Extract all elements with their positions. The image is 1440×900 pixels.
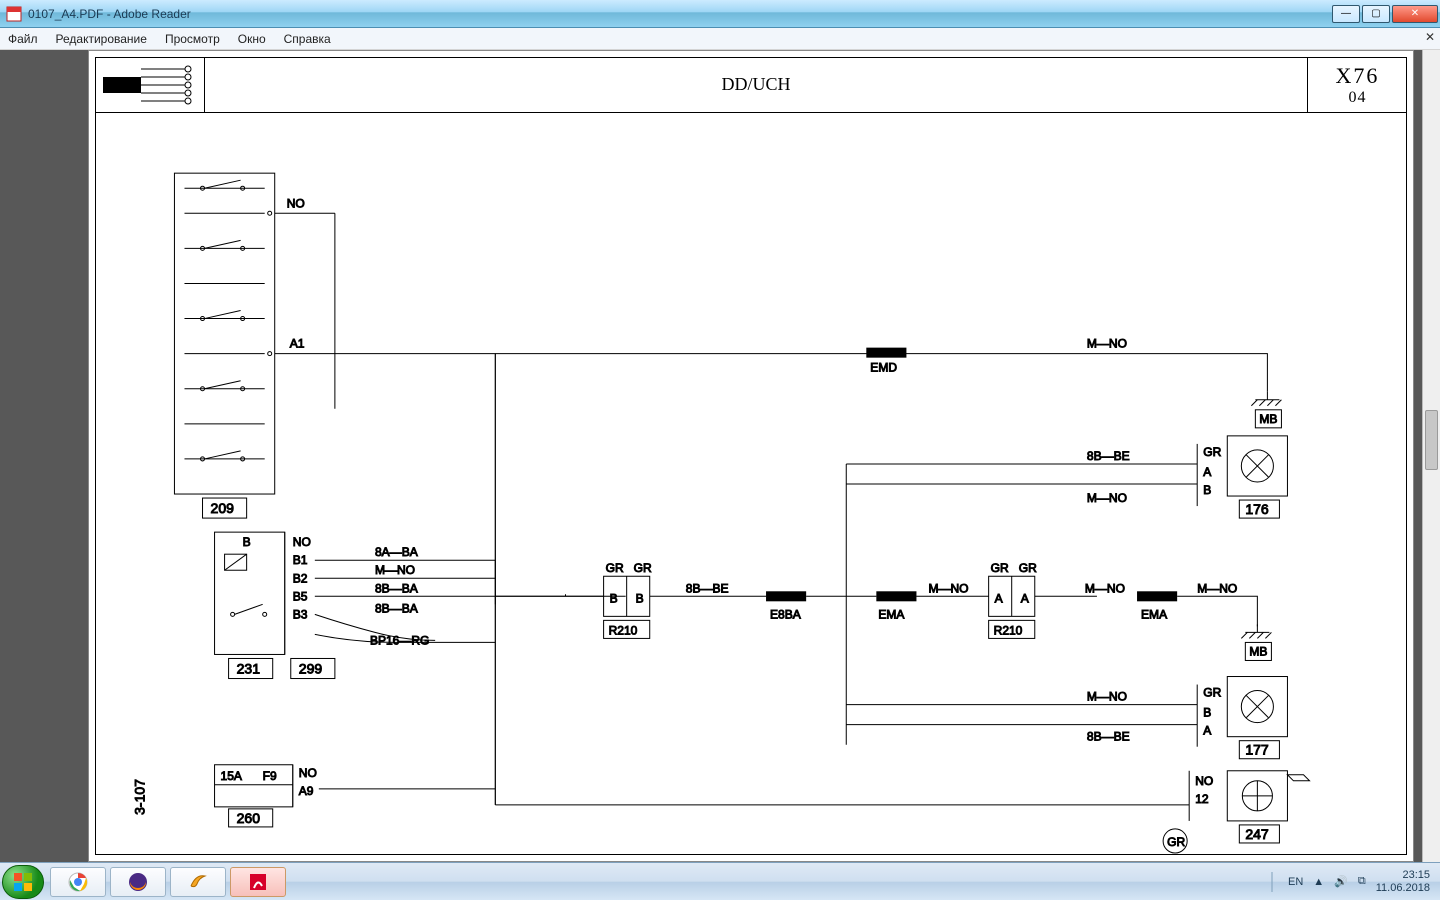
svg-text:12: 12 (1195, 792, 1209, 806)
taskbar-chrome-icon[interactable] (50, 867, 106, 897)
maximize-button[interactable]: ▢ (1362, 5, 1390, 23)
taskbar-firefox-icon[interactable] (110, 867, 166, 897)
svg-text:8A—BA: 8A—BA (375, 545, 418, 559)
label-r210-left: R210 (609, 623, 638, 637)
svg-text:M—NO: M—NO (1087, 491, 1127, 505)
svg-text:EMD: EMD (870, 361, 897, 375)
titleblock-code: X76 (1336, 63, 1380, 89)
menu-view[interactable]: Просмотр (165, 32, 220, 46)
tray-date: 11.06.2018 (1376, 882, 1430, 895)
svg-text:F9: F9 (263, 769, 277, 783)
menu-help[interactable]: Справка (284, 32, 331, 46)
svg-text:NO: NO (299, 766, 317, 780)
svg-text:B5: B5 (293, 589, 308, 603)
svg-text:B1: B1 (293, 553, 308, 567)
svg-text:A: A (1203, 724, 1211, 738)
svg-text:8B—BE: 8B—BE (1087, 730, 1130, 744)
svg-text:M—NO: M—NO (928, 581, 968, 595)
label-r210-right: R210 (994, 623, 1023, 637)
close-button[interactable]: ✕ (1392, 5, 1438, 23)
svg-text:B: B (1203, 483, 1211, 497)
svg-text:GR: GR (1167, 835, 1185, 849)
tray-chevron-up-icon[interactable]: ▲ (1313, 876, 1324, 888)
system-tray: EN ▲ 🔊 ⧉ 23:15 11.06.2018 (1266, 869, 1440, 895)
svg-text:8B—BE: 8B—BE (1087, 449, 1130, 463)
drawing-titleblock: DD/UCH X76 04 (95, 57, 1407, 113)
svg-text:M—NO: M—NO (1085, 581, 1125, 595)
svg-text:B3: B3 (293, 607, 308, 621)
svg-text:M—NO: M—NO (1197, 581, 1237, 595)
menu-window[interactable]: Окно (238, 32, 266, 46)
svg-text:MB: MB (1259, 412, 1277, 426)
svg-text:GR: GR (1203, 445, 1221, 459)
label-176: 176 (1245, 501, 1269, 517)
svg-text:NO: NO (1195, 774, 1213, 788)
start-button[interactable] (2, 865, 44, 899)
taskbar-adobe-reader-icon[interactable] (230, 867, 286, 897)
titleblock-title: DD/UCH (205, 57, 1307, 113)
window-titlebar: 0107_A4.PDF - Adobe Reader — ▢ ✕ (0, 0, 1440, 28)
titleblock-sheet: 04 (1349, 89, 1367, 107)
label-247: 247 (1245, 826, 1269, 842)
svg-text:B: B (1203, 706, 1211, 720)
svg-text:A: A (995, 591, 1003, 605)
svg-text:GR: GR (1019, 561, 1037, 575)
svg-text:A: A (1021, 591, 1029, 605)
menu-edit[interactable]: Редактирование (56, 32, 147, 46)
svg-text:8B—BE: 8B—BE (686, 581, 729, 595)
tray-volume-icon[interactable]: 🔊 (1334, 875, 1348, 888)
scrollbar-thumb[interactable] (1425, 410, 1438, 470)
svg-text:A9: A9 (299, 784, 314, 798)
document-viewport: DD/UCH X76 04 3-107 (0, 50, 1422, 862)
svg-text:GR: GR (991, 561, 1009, 575)
taskbar: EN ▲ 🔊 ⧉ 23:15 11.06.2018 (0, 862, 1440, 900)
tray-divider-icon (1266, 870, 1278, 894)
window-title: 0107_A4.PDF - Adobe Reader (28, 7, 191, 21)
minimize-button[interactable]: — (1332, 5, 1360, 23)
menu-file[interactable]: Файл (8, 32, 38, 46)
vertical-scrollbar[interactable] (1422, 50, 1440, 862)
tray-time: 23:15 (1376, 869, 1430, 882)
menubar: Файл Редактирование Просмотр Окно Справк… (0, 28, 1440, 50)
window-controls: — ▢ ✕ (1332, 5, 1440, 23)
tray-network-icon[interactable]: ⧉ (1358, 875, 1366, 888)
svg-text:NO: NO (287, 196, 305, 210)
svg-text:A1: A1 (290, 337, 305, 351)
label-209: 209 (211, 500, 235, 516)
titleblock-right: X76 04 (1307, 57, 1407, 113)
svg-text:B: B (636, 591, 644, 605)
svg-text:B2: B2 (293, 571, 308, 585)
pdf-icon (6, 6, 22, 22)
svg-text:BP16—RG: BP16—RG (370, 633, 429, 647)
svg-text:M—NO: M—NO (375, 563, 415, 577)
titleblock-connector-icon (95, 57, 205, 113)
svg-text:MB: MB (1249, 644, 1267, 658)
svg-text:8B—BA: 8B—BA (375, 601, 418, 615)
svg-text:EMA: EMA (878, 607, 904, 621)
document-close-icon[interactable]: ✕ (1425, 30, 1435, 44)
label-177: 177 (1245, 742, 1269, 758)
svg-text:GR: GR (606, 561, 624, 575)
page-side-label: 3-107 (131, 779, 147, 815)
svg-text:A: A (1203, 465, 1211, 479)
svg-text:GR: GR (634, 561, 652, 575)
svg-text:GR: GR (1203, 686, 1221, 700)
svg-text:E8BA: E8BA (770, 607, 801, 621)
tray-clock[interactable]: 23:15 11.06.2018 (1376, 869, 1430, 895)
label-299: 299 (299, 661, 323, 677)
taskbar-app-icon[interactable] (170, 867, 226, 897)
svg-text:B: B (610, 591, 618, 605)
pdf-page: DD/UCH X76 04 3-107 (88, 50, 1414, 862)
label-260: 260 (237, 810, 261, 826)
svg-text:M—NO: M—NO (1087, 337, 1127, 351)
tray-language[interactable]: EN (1288, 876, 1303, 888)
svg-text:B: B (243, 535, 251, 549)
svg-text:M—NO: M—NO (1087, 690, 1127, 704)
svg-text:EMA: EMA (1141, 607, 1167, 621)
svg-text:NO: NO (293, 535, 311, 549)
svg-text:15A: 15A (221, 769, 242, 783)
svg-text:8B—BA: 8B—BA (375, 581, 418, 595)
wiring-diagram: 3-107 (95, 113, 1407, 855)
label-231: 231 (237, 661, 261, 677)
